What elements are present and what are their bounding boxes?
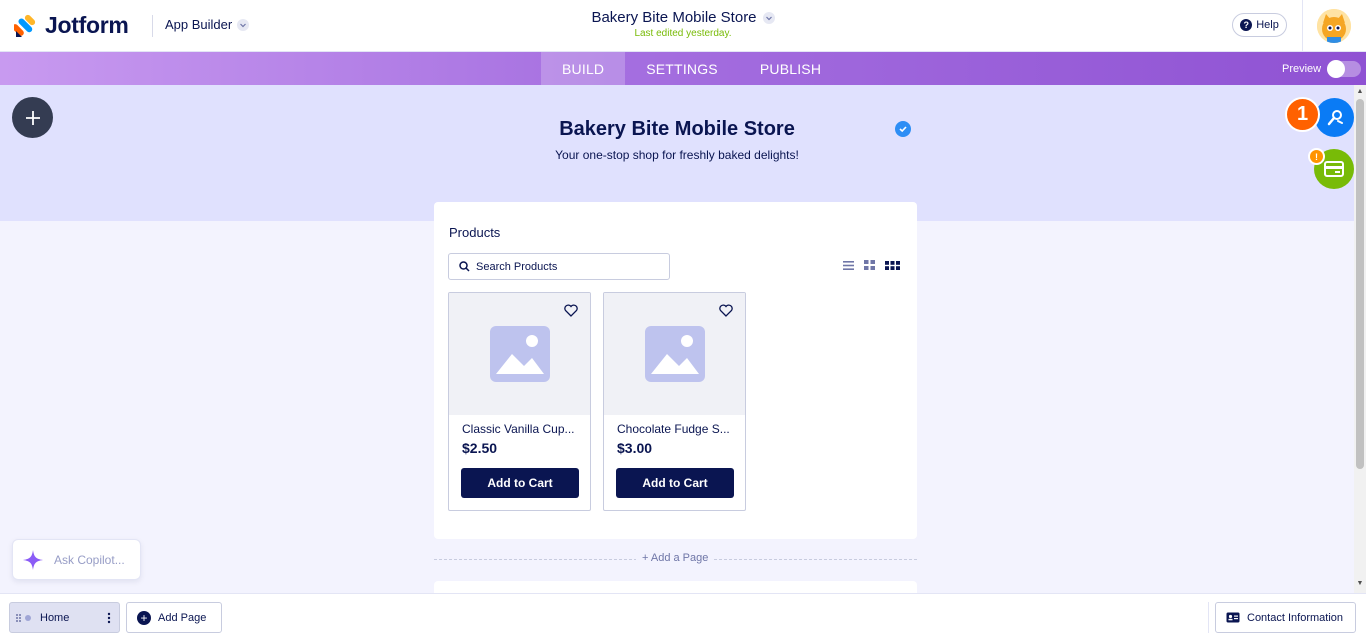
plus-circle-icon: + bbox=[137, 610, 151, 625]
app-header-banner[interactable]: Bakery Bite Mobile Store Your one-stop s… bbox=[0, 85, 1354, 221]
contact-label: Contact Information bbox=[1247, 611, 1343, 624]
product-name: Chocolate Fudge S... bbox=[617, 422, 730, 436]
checkmark-icon bbox=[895, 121, 911, 137]
grid-view-icon[interactable] bbox=[864, 260, 875, 270]
product-image bbox=[604, 293, 745, 415]
builder-tab-bar: BUILD SETTINGS PUBLISH Preview bbox=[0, 52, 1366, 85]
plus-icon bbox=[25, 110, 40, 125]
product-price: $2.50 bbox=[462, 440, 498, 456]
image-placeholder-icon bbox=[645, 326, 705, 382]
search-icon bbox=[459, 261, 470, 272]
preview-label: Preview bbox=[1282, 63, 1322, 75]
bottom-divider bbox=[1208, 602, 1209, 633]
products-widget[interactable]: Products Search Products Classic Vanilla… bbox=[434, 202, 917, 539]
contact-card-icon bbox=[1226, 612, 1240, 623]
help-icon: ? bbox=[1240, 19, 1253, 31]
more-options-icon[interactable] bbox=[107, 612, 111, 624]
help-button[interactable]: ? Help bbox=[1232, 13, 1287, 37]
app-title: Bakery Bite Mobile Store bbox=[591, 9, 757, 26]
product-card[interactable]: Classic Vanilla Cup... $2.50 Add to Cart bbox=[448, 292, 591, 511]
avatar[interactable] bbox=[1317, 9, 1351, 43]
tab-build[interactable]: BUILD bbox=[541, 52, 626, 85]
credit-card-icon bbox=[1324, 161, 1344, 177]
tab-publish[interactable]: PUBLISH bbox=[739, 52, 842, 85]
page-tab-home[interactable]: Home bbox=[9, 602, 120, 633]
add-a-page-link[interactable]: + Add a Page bbox=[636, 552, 715, 564]
page-navigation-bar: Home + Add Page Contact Information bbox=[0, 593, 1366, 641]
image-placeholder-icon bbox=[490, 326, 550, 382]
home-label: Home bbox=[40, 611, 70, 624]
heart-icon[interactable] bbox=[719, 304, 733, 322]
top-header: Jotform App Builder Bakery Bite Mobile S… bbox=[0, 0, 1366, 52]
app-header-title: Bakery Bite Mobile Store bbox=[559, 118, 795, 140]
app-title-block: Bakery Bite Mobile Store Last edited yes… bbox=[0, 9, 1366, 39]
builder-tabs: BUILD SETTINGS PUBLISH bbox=[541, 52, 842, 85]
preview-control: Preview bbox=[1282, 60, 1362, 78]
large-grid-view-icon[interactable] bbox=[885, 260, 900, 270]
ask-copilot-button[interactable]: Ask Copilot... bbox=[12, 539, 141, 580]
add-page-button[interactable]: + Add Page bbox=[126, 602, 222, 633]
add-to-cart-button[interactable]: Add to Cart bbox=[461, 468, 579, 498]
preview-toggle[interactable] bbox=[1327, 60, 1362, 78]
product-name: Classic Vanilla Cup... bbox=[462, 422, 575, 436]
search-placeholder: Search Products bbox=[476, 260, 558, 273]
tab-settings[interactable]: SETTINGS bbox=[625, 52, 739, 85]
last-edited-status: Last edited yesterday. bbox=[634, 28, 732, 39]
view-mode-switcher bbox=[843, 260, 900, 270]
toggle-knob bbox=[1327, 60, 1346, 78]
help-label: Help bbox=[1256, 19, 1279, 31]
copilot-placeholder: Ask Copilot... bbox=[54, 552, 125, 567]
scroll-down-arrow-icon[interactable]: ▼ bbox=[1356, 579, 1364, 587]
product-card[interactable]: Chocolate Fudge S... $3.00 Add to Cart bbox=[603, 292, 746, 511]
drag-handle-icon[interactable] bbox=[14, 613, 32, 623]
heart-icon[interactable] bbox=[564, 304, 578, 322]
contact-information-button[interactable]: Contact Information bbox=[1215, 602, 1356, 633]
add-page-label: Add Page bbox=[158, 611, 207, 624]
app-title-dropdown[interactable]: Bakery Bite Mobile Store bbox=[591, 9, 775, 26]
product-image bbox=[449, 293, 590, 415]
sparkle-icon bbox=[23, 549, 43, 570]
app-header-subtitle: Your one-stop shop for freshly baked del… bbox=[555, 148, 799, 162]
header-divider-right bbox=[1302, 0, 1303, 52]
add-element-button[interactable] bbox=[12, 97, 53, 138]
page-scrollbar[interactable]: ▲ ▼ bbox=[1354, 85, 1366, 593]
alert-badge: ! bbox=[1308, 148, 1325, 165]
scroll-up-arrow-icon[interactable]: ▲ bbox=[1356, 87, 1364, 95]
step-indicator-badge: 1 bbox=[1285, 97, 1320, 132]
add-to-cart-button[interactable]: Add to Cart bbox=[616, 468, 734, 498]
scroll-thumb[interactable] bbox=[1356, 99, 1364, 469]
products-title: Products bbox=[449, 225, 501, 240]
search-products-input[interactable]: Search Products bbox=[448, 253, 670, 280]
app-designer-button[interactable] bbox=[1315, 98, 1354, 137]
list-view-icon[interactable] bbox=[843, 260, 854, 270]
paint-roller-icon bbox=[1327, 109, 1343, 125]
chevron-down-icon bbox=[762, 11, 775, 24]
product-price: $3.00 bbox=[617, 440, 653, 456]
next-widget-card bbox=[434, 581, 917, 593]
